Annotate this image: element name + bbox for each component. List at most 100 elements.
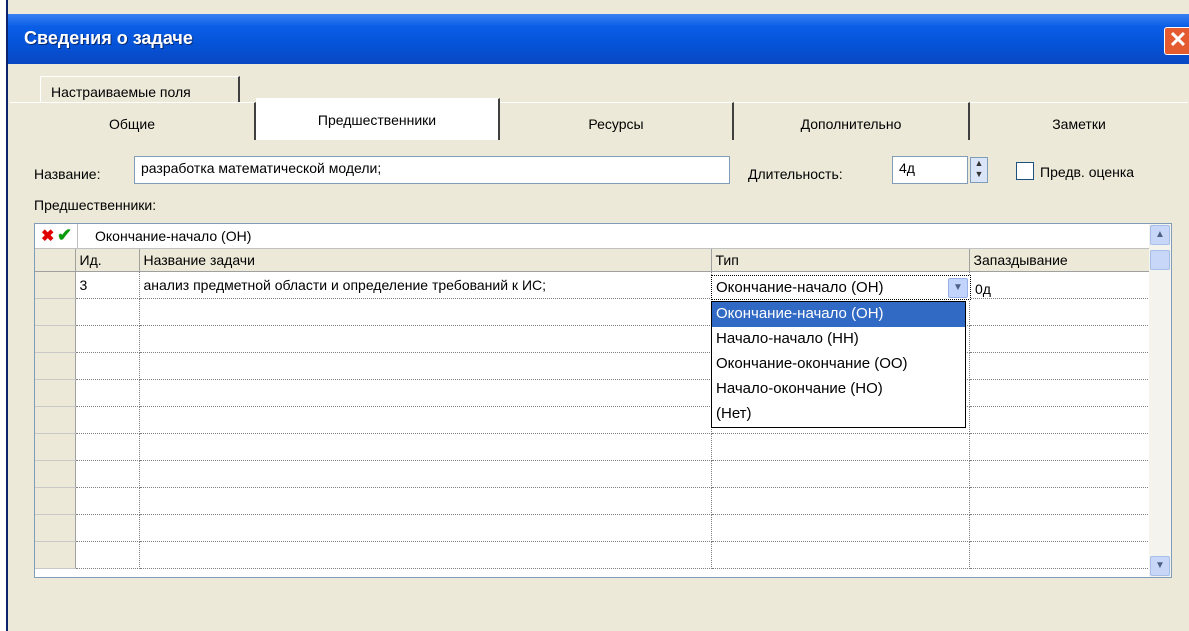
cell-task-name[interactable] bbox=[139, 298, 712, 326]
cell-task-name[interactable] bbox=[139, 406, 712, 434]
table-row[interactable] bbox=[35, 406, 1150, 434]
row-header[interactable] bbox=[35, 514, 76, 542]
left-edge bbox=[0, 0, 8, 631]
cell-task-name[interactable] bbox=[139, 541, 712, 569]
cell-id[interactable] bbox=[75, 487, 140, 515]
cell-id[interactable] bbox=[75, 406, 140, 434]
cell-task-name[interactable] bbox=[139, 487, 712, 515]
predecessors-label: Предшественники: bbox=[34, 197, 157, 213]
grid-table: Ид. Название задачи Тип Запаздывание 3 а… bbox=[35, 249, 1150, 569]
cell-lag[interactable] bbox=[969, 460, 1150, 488]
tab-general[interactable]: Общие bbox=[10, 102, 256, 140]
estimate-checkbox[interactable] bbox=[1016, 162, 1034, 180]
cell-type[interactable] bbox=[711, 460, 970, 488]
table-row[interactable] bbox=[35, 433, 1150, 461]
cell-id[interactable] bbox=[75, 298, 140, 326]
table-row[interactable] bbox=[35, 514, 1150, 542]
cell-type[interactable] bbox=[711, 541, 970, 569]
cell-lag[interactable] bbox=[969, 379, 1150, 407]
scroll-thumb[interactable] bbox=[1150, 250, 1170, 270]
column-header-id[interactable]: Ид. bbox=[75, 249, 140, 272]
predecessors-grid: ✖ ✔ Окончание-начало (ОН) Ид. Название з… bbox=[34, 223, 1172, 578]
row-header[interactable] bbox=[35, 406, 76, 434]
cell-type[interactable] bbox=[711, 514, 970, 542]
spin-up-icon: ▲ bbox=[974, 158, 984, 168]
cell-lag[interactable] bbox=[969, 325, 1150, 353]
entry-bar: ✖ ✔ Окончание-начало (ОН) bbox=[35, 224, 1149, 249]
row-header[interactable] bbox=[35, 541, 76, 569]
cell-task-name[interactable] bbox=[139, 460, 712, 488]
cell-id[interactable] bbox=[75, 460, 140, 488]
scroll-down-button[interactable]: ▼ bbox=[1150, 556, 1170, 576]
row-header[interactable] bbox=[35, 379, 76, 407]
cell-lag[interactable] bbox=[969, 433, 1150, 461]
chevron-down-icon[interactable]: ▼ bbox=[948, 278, 968, 298]
tab-advanced[interactable]: Дополнительно bbox=[734, 102, 970, 140]
cell-lag[interactable] bbox=[969, 487, 1150, 515]
row-header[interactable] bbox=[35, 433, 76, 461]
cell-task-name[interactable] bbox=[139, 433, 712, 461]
cell-lag[interactable] bbox=[969, 541, 1150, 569]
row-header[interactable] bbox=[35, 352, 76, 380]
cell-lag[interactable] bbox=[969, 406, 1150, 434]
cell-id[interactable] bbox=[75, 514, 140, 542]
row-header[interactable] bbox=[35, 487, 76, 515]
tab-custom-fields[interactable]: Настраиваемые поля bbox=[40, 76, 240, 102]
cell-lag[interactable] bbox=[969, 298, 1150, 326]
tab-predecessors[interactable]: Предшественники bbox=[256, 98, 500, 140]
cell-id[interactable] bbox=[75, 433, 140, 461]
cell-lag[interactable] bbox=[969, 352, 1150, 380]
cell-type[interactable] bbox=[711, 433, 970, 461]
row-header[interactable] bbox=[35, 298, 76, 326]
table-row[interactable] bbox=[35, 352, 1150, 380]
vertical-scrollbar[interactable]: ▲ ▼ bbox=[1149, 224, 1171, 577]
cell-lag[interactable] bbox=[969, 514, 1150, 542]
cell-id[interactable] bbox=[75, 379, 140, 407]
cell-type[interactable] bbox=[711, 487, 970, 515]
dropdown-option-finish-start[interactable]: Окончание-начало (ОН) bbox=[712, 302, 965, 327]
cell-task-name[interactable] bbox=[139, 379, 712, 407]
table-row[interactable] bbox=[35, 460, 1150, 488]
table-row[interactable] bbox=[35, 541, 1150, 569]
title-bar: Сведения о задаче ✕ bbox=[8, 14, 1189, 64]
dropdown-option-finish-finish[interactable]: Окончание-окончание (ОО) bbox=[712, 352, 965, 377]
cell-task-name[interactable] bbox=[139, 352, 712, 380]
column-header-task-name[interactable]: Название задачи bbox=[139, 249, 712, 272]
row-header[interactable] bbox=[35, 460, 76, 488]
column-header-lag[interactable]: Запаздывание bbox=[969, 249, 1150, 272]
cell-id[interactable] bbox=[75, 325, 140, 353]
table-row[interactable] bbox=[35, 487, 1150, 515]
cell-id[interactable] bbox=[75, 541, 140, 569]
table-row[interactable] bbox=[35, 325, 1150, 353]
type-combobox-value: Окончание-начало (ОН) bbox=[716, 279, 884, 296]
tab-resources[interactable]: Ресурсы bbox=[500, 102, 734, 140]
type-combobox[interactable]: Окончание-начало (ОН) ▼ bbox=[711, 275, 971, 300]
duration-field[interactable]: 4д bbox=[892, 156, 968, 184]
dropdown-option-start-start[interactable]: Начало-начало (НН) bbox=[712, 327, 965, 352]
table-row[interactable] bbox=[35, 379, 1150, 407]
dropdown-option-start-finish[interactable]: Начало-окончание (НО) bbox=[712, 377, 965, 402]
duration-spinner[interactable]: ▲ ▼ bbox=[970, 157, 988, 183]
close-button[interactable]: ✕ bbox=[1164, 27, 1189, 55]
cell-task-name[interactable] bbox=[139, 325, 712, 353]
tab-notes[interactable]: Заметки bbox=[970, 102, 1188, 140]
duration-label: Длительность: bbox=[748, 166, 843, 182]
tab-row-main: Общие Предшественники Ресурсы Дополнител… bbox=[10, 98, 1188, 140]
column-header-type[interactable]: Тип bbox=[711, 249, 970, 272]
scroll-up-button[interactable]: ▲ bbox=[1150, 225, 1170, 245]
cell-lag[interactable] bbox=[969, 271, 1150, 299]
dropdown-option-none[interactable]: (Нет) bbox=[712, 402, 965, 427]
cell-task-name[interactable] bbox=[139, 514, 712, 542]
cell-id[interactable]: 3 bbox=[75, 271, 140, 299]
cell-lag-value[interactable]: 0д bbox=[975, 281, 991, 297]
dialog-title: Сведения о задаче bbox=[24, 28, 193, 48]
cell-task-name[interactable]: анализ предметной области и определение … bbox=[139, 271, 712, 299]
task-name-field[interactable]: разработка математической модели; bbox=[134, 156, 730, 184]
table-row[interactable] bbox=[35, 298, 1150, 326]
entry-value[interactable]: Окончание-начало (ОН) bbox=[95, 228, 251, 244]
row-header[interactable] bbox=[35, 325, 76, 353]
cancel-x-icon[interactable]: ✖ bbox=[41, 226, 54, 246]
accept-check-icon[interactable]: ✔ bbox=[57, 225, 72, 246]
cell-id[interactable] bbox=[75, 352, 140, 380]
row-header[interactable] bbox=[35, 271, 76, 299]
